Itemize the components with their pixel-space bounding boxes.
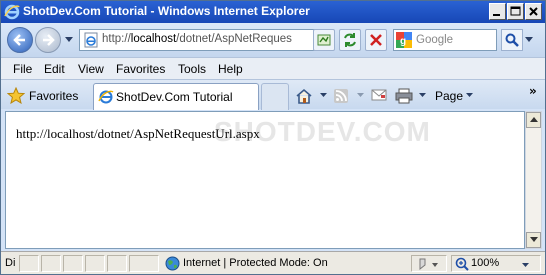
- refresh-icon: [344, 33, 356, 47]
- back-button[interactable]: [7, 27, 33, 53]
- menu-help[interactable]: Help: [218, 62, 243, 76]
- address-url[interactable]: http://localhost/dotnet/AspNetReques: [102, 33, 314, 45]
- zoom-level[interactable]: 100%: [471, 257, 499, 269]
- minimize-button[interactable]: [489, 3, 506, 20]
- rss-icon[interactable]: [333, 88, 349, 104]
- status-panel: [107, 255, 127, 272]
- search-box[interactable]: g Google: [393, 29, 497, 51]
- menu-tools[interactable]: Tools: [178, 62, 206, 76]
- browser-window: ShotDev.Com Tutorial - Windows Internet …: [0, 0, 546, 275]
- arrow-down-icon: [530, 237, 538, 242]
- page-menu-button[interactable]: Page: [435, 89, 463, 103]
- vertical-scrollbar[interactable]: [525, 111, 542, 249]
- close-icon: [529, 7, 538, 16]
- status-panel: [41, 255, 61, 272]
- mail-icon[interactable]: [371, 88, 387, 102]
- back-arrow-icon: [13, 34, 25, 46]
- tab-shotdev[interactable]: ShotDev.Com Tutorial: [93, 83, 259, 110]
- address-bar[interactable]: http://localhost/dotnet/AspNetReques: [79, 29, 317, 51]
- favorites-star-icon[interactable]: [7, 87, 25, 104]
- search-input[interactable]: Google: [416, 34, 453, 46]
- tab-label: ShotDev.Com Tutorial: [116, 90, 233, 104]
- address-row: http://localhost/dotnet/AspNetReques g G…: [1, 23, 545, 57]
- status-text: Di: [5, 257, 16, 269]
- scroll-up-button[interactable]: [526, 112, 541, 128]
- page-dropdown[interactable]: [466, 93, 473, 97]
- command-bar: Favorites ShotDev.Com Tutorial Page »: [1, 79, 545, 110]
- search-options-dropdown[interactable]: [525, 37, 533, 42]
- close-button[interactable]: [525, 3, 542, 20]
- maximize-button[interactable]: [507, 3, 524, 20]
- home-icon[interactable]: [295, 88, 313, 104]
- print-icon[interactable]: [395, 88, 413, 104]
- home-dropdown[interactable]: [320, 93, 327, 97]
- status-panel: [19, 255, 39, 272]
- recent-pages-dropdown[interactable]: [65, 37, 73, 42]
- maximize-icon: [510, 6, 521, 16]
- scroll-down-button[interactable]: [526, 232, 541, 248]
- ie-page-icon: [98, 90, 114, 104]
- title-bar: ShotDev.Com Tutorial - Windows Internet …: [1, 1, 545, 23]
- search-icon: [505, 33, 519, 47]
- compatibility-icon: [317, 34, 331, 46]
- window-title: ShotDev.Com Tutorial - Windows Internet …: [23, 4, 310, 18]
- forward-button[interactable]: [35, 27, 61, 53]
- favorites-button[interactable]: Favorites: [29, 89, 78, 103]
- print-dropdown[interactable]: [419, 93, 426, 97]
- compatibility-button[interactable]: [313, 29, 335, 51]
- page-content: SHOTDEV.COM http://localhost/dotnet/AspN…: [5, 111, 525, 249]
- menu-file[interactable]: File: [13, 62, 32, 76]
- status-panel: [129, 255, 159, 272]
- new-tab-button[interactable]: [261, 83, 289, 110]
- minimize-icon: [493, 14, 500, 16]
- toolbar-overflow-button[interactable]: »: [529, 84, 537, 98]
- google-logo-icon: g: [396, 32, 412, 48]
- menu-bar: File Edit View Favorites Tools Help: [1, 57, 545, 79]
- stop-icon: [370, 34, 382, 46]
- menu-edit[interactable]: Edit: [44, 62, 65, 76]
- zoom-icon: [455, 257, 469, 271]
- status-bar: Di Internet | Protected Mode: On 100%: [1, 251, 545, 274]
- security-zone[interactable]: Internet | Protected Mode: On: [183, 257, 328, 269]
- ie-page-icon: [84, 32, 98, 48]
- arrow-up-icon: [530, 117, 538, 122]
- menu-favorites[interactable]: Favorites: [116, 62, 165, 76]
- feeds-dropdown[interactable]: [357, 93, 364, 97]
- protected-mode-panel[interactable]: [411, 255, 447, 272]
- refresh-button[interactable]: [339, 29, 361, 51]
- status-panel: [85, 255, 105, 272]
- status-panel: [63, 255, 83, 272]
- search-button[interactable]: [501, 29, 523, 51]
- forward-arrow-icon: [43, 34, 55, 46]
- svg-text:g: g: [400, 36, 406, 47]
- zoom-dropdown: [522, 263, 529, 267]
- stop-button[interactable]: [365, 29, 387, 51]
- globe-icon: [165, 256, 180, 271]
- request-url-text: http://localhost/dotnet/AspNetRequestUrl…: [16, 126, 260, 141]
- protected-mode-icon: [419, 258, 438, 271]
- ie-logo-icon: [4, 4, 20, 20]
- menu-view[interactable]: View: [78, 62, 104, 76]
